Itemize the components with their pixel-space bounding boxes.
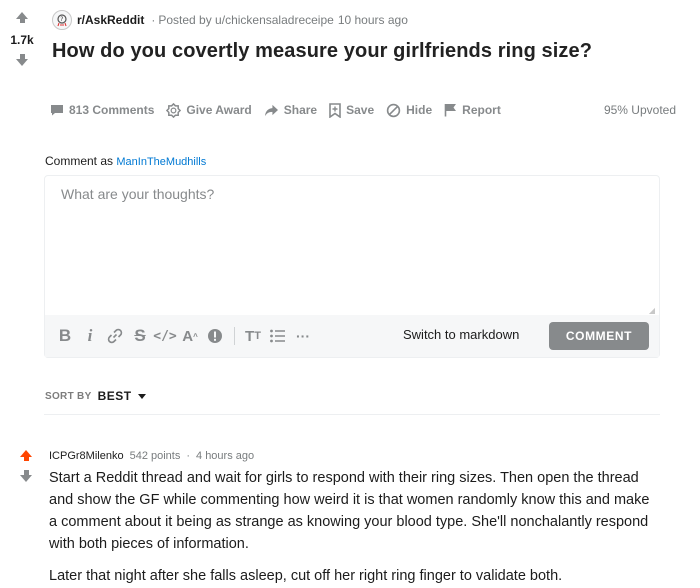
toolbar-separator [234,327,235,345]
flag-icon [444,104,457,117]
sort-by-label: SORT BY [45,390,92,402]
save-label: Save [346,103,375,117]
comment-body: Start a Reddit thread and wait for girls… [49,467,659,588]
current-username[interactable]: ManInTheMudhills [116,156,206,168]
comment-as-line: Comment as ManInTheMudhills [45,154,206,168]
comment-submit-button[interactable]: COMMENT [549,322,649,350]
comment-as-label: Comment as [45,154,114,168]
sort-value[interactable]: BEST [98,389,132,403]
italic-icon[interactable]: i [78,324,102,348]
post-time[interactable]: 10 hours ago [338,13,408,27]
downvote-arrow-icon[interactable] [20,470,32,482]
inline-code-icon[interactable]: </> [153,324,177,348]
more-icon[interactable]: ··· [291,324,315,348]
share-button[interactable]: Share [264,103,317,117]
editor-toolbar: B i S </> A ^ TT ··· Switch to markdown C… [45,315,659,357]
comment-paragraph: Start a Reddit thread and wait for girls… [49,470,650,552]
bold-icon[interactable]: B [53,324,77,348]
downvote-arrow-icon[interactable] [16,54,28,66]
chevron-down-icon[interactable] [137,393,146,399]
comment-author[interactable]: ICPGr8Milenko [49,450,124,462]
switch-to-markdown-link[interactable]: Switch to markdown [403,327,519,342]
spoiler-icon[interactable] [203,324,227,348]
post-vote-column: 1.7k [4,10,40,66]
upvote-arrow-icon[interactable] [20,450,32,461]
superscript-icon[interactable]: A ^ [178,324,202,348]
comment-time[interactable]: 4 hours ago [196,450,254,462]
comment-vote-column [20,448,32,482]
posted-by[interactable]: Posted by u/chickensaladreceipe [158,13,333,27]
divider [44,414,660,415]
report-button[interactable]: Report [444,103,501,117]
hide-icon [386,103,401,117]
report-label: Report [462,103,501,117]
meta-dot: · [186,450,191,462]
svg-text:?: ? [60,16,63,23]
comment-textarea[interactable] [45,176,659,317]
resize-grip-icon[interactable]: ◢ [649,306,655,315]
share-label: Share [283,103,318,117]
strikethrough-icon[interactable]: S [128,324,152,348]
post-meta: ? r/AskReddit · Posted by u/chickensalad… [52,10,408,30]
bookmark-icon [329,102,341,118]
comment-points: 542 points [129,450,181,462]
share-icon [264,104,278,116]
post-score: 1.7k [10,33,34,47]
hide-label: Hide [406,103,433,117]
comments-count: 813 Comments [69,103,155,117]
comment-icon [51,105,63,116]
upvote-ratio: 95% Upvoted [603,103,676,117]
link-icon[interactable] [103,324,127,348]
meta-dot: · [151,13,156,27]
subreddit-link[interactable]: r/AskReddit [77,13,144,27]
upvote-arrow-icon[interactable] [16,12,28,23]
give-award-button[interactable]: Give Award [166,102,252,118]
comment-meta: ICPGr8Milenko 542 points · 4 hours ago [49,450,254,462]
save-button[interactable]: Save [329,102,375,118]
give-award-label: Give Award [186,103,252,117]
bulleted-list-icon[interactable] [266,324,290,348]
sort-control[interactable]: SORT BY BEST [45,389,146,403]
comment-editor: ◢ B i S </> A^ TT ··· Switch to markdown… [44,175,660,358]
comments-button[interactable]: 813 Comments [50,103,154,117]
post-actions-bar: 813 Comments Give Award Share Save Hide … [50,100,690,120]
subreddit-avatar-icon[interactable]: ? [52,10,72,30]
award-icon [166,102,182,118]
comment-paragraph: Later that night after she falls asleep,… [49,568,563,584]
heading-icon[interactable]: TT [241,324,265,348]
post-title: How do you covertly measure your girlfri… [52,40,593,62]
hide-button[interactable]: Hide [386,103,432,118]
